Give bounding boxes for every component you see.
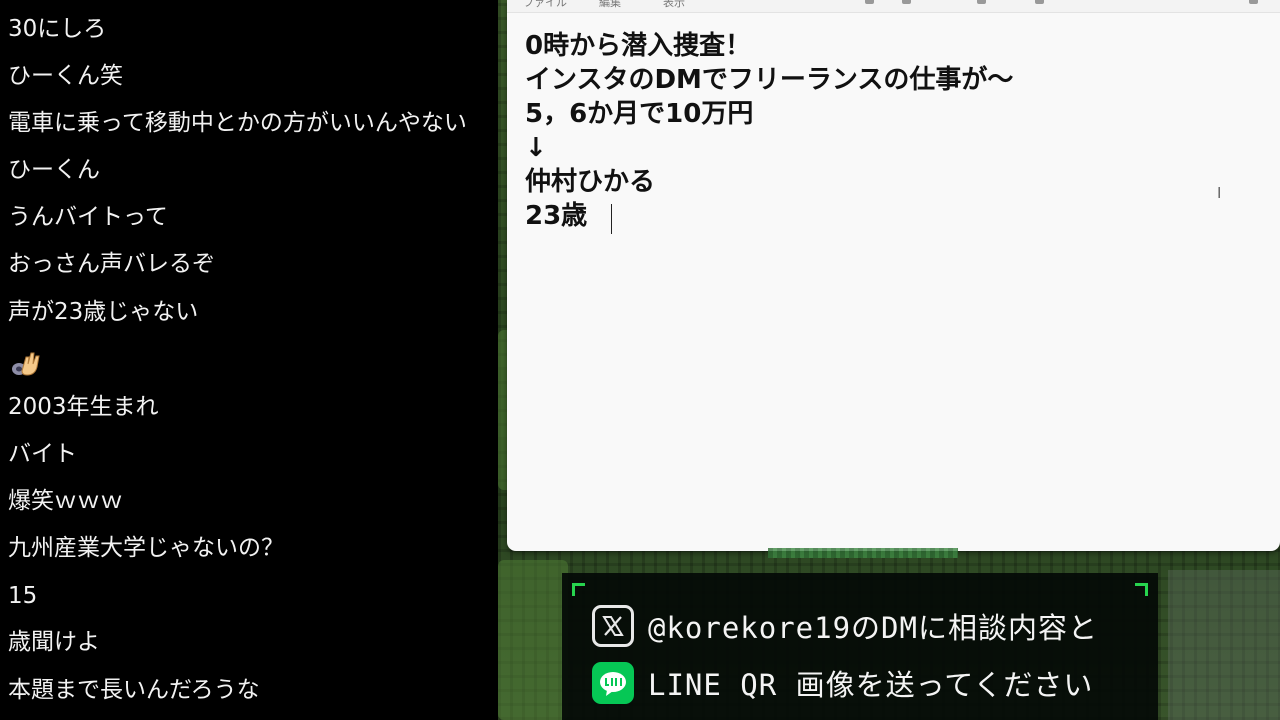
x-logo-icon — [592, 605, 634, 647]
menu-bar: ファイル 編集 表示 — [507, 0, 1280, 13]
text-caret — [611, 204, 612, 234]
chat-message: 30にしろ — [8, 16, 107, 42]
chat-message: 電車に乗って移動中とかの方がいいんやない — [8, 110, 467, 136]
menu-edit[interactable]: 編集 — [599, 0, 621, 10]
game-hud-strip — [768, 548, 958, 558]
note-line: 23歳 — [525, 201, 588, 231]
chat-message: ひーくん笑 — [8, 63, 123, 89]
chat-message: うんバイトって — [8, 204, 168, 230]
note-line: 0時から潜入捜査！ — [525, 31, 752, 61]
moss-patch — [498, 560, 568, 720]
chat-message: ひーくん — [8, 157, 100, 183]
corner-bracket — [572, 583, 585, 596]
menu-file[interactable]: ファイル — [523, 0, 567, 10]
chat-message: バイト — [8, 441, 77, 467]
chat-message: 九州産業大学じゃないの？ — [8, 535, 284, 561]
notepad-window: ファイル 編集 表示 0時から潜入捜査！ インスタのDMでフリーランスの仕事が～… — [507, 0, 1280, 551]
ibeam-cursor-icon: I — [1217, 184, 1222, 202]
chat-panel: 30にしろ ひーくん笑 電車に乗って移動中とかの方がいいんやない ひーくん うん… — [0, 0, 498, 720]
corner-bracket — [1135, 583, 1148, 596]
chat-message: 本題まで長いんだろうな — [8, 677, 260, 703]
chat-message: おっさん声バレるぞ — [8, 251, 215, 277]
contact-banner: @korekore19のDMに相談内容と LINE QR 画像を送ってください — [562, 573, 1158, 720]
note-line: インスタのDMでフリーランスの仕事が～ — [525, 65, 1014, 95]
chat-message: 爆笑ｗｗｗ — [8, 488, 123, 514]
clear-format-icon[interactable] — [1035, 0, 1044, 4]
chat-message: 声が23歳じゃない — [8, 299, 199, 325]
screen: 30にしろ ひーくん笑 電車に乗って移動中とかの方がいいんやない ひーくん うん… — [0, 0, 1280, 720]
banner-line-text: LINE QR 画像を送ってください — [648, 668, 1094, 702]
chat-message: 歳聞けよ — [8, 629, 100, 655]
list-icon[interactable] — [902, 0, 911, 4]
chat-message: 15 — [8, 583, 38, 609]
note-line: 仲村ひかる — [525, 167, 656, 197]
line-logo-icon — [592, 662, 634, 704]
heading-icon[interactable] — [865, 0, 874, 4]
note-line: ↓ — [525, 133, 547, 163]
table-icon[interactable] — [977, 0, 986, 4]
settings-icon[interactable] — [1249, 0, 1258, 4]
banner-x-text: @korekore19のDMに相談内容と — [648, 611, 1098, 645]
waving-hand-icon — [10, 349, 44, 377]
stone-wall — [1168, 570, 1280, 720]
banner-x-row: @korekore19のDMに相談内容と — [592, 603, 1098, 649]
note-line: 5，6か月で10万円 — [525, 99, 754, 129]
chat-message: 2003年生まれ — [8, 394, 159, 420]
banner-line-row: LINE QR 画像を送ってください — [592, 660, 1093, 706]
menu-view[interactable]: 表示 — [663, 0, 685, 10]
